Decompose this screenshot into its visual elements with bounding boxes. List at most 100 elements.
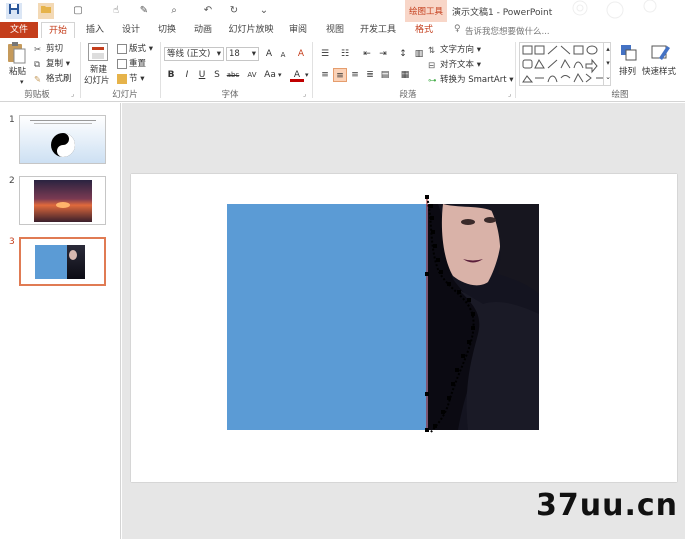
tab-slideshow[interactable]: 幻灯片放映 bbox=[225, 22, 277, 38]
font-color-label: A bbox=[293, 70, 301, 80]
decrease-indent-icon[interactable]: ⇤ bbox=[360, 47, 374, 61]
reset-button[interactable]: 重置 bbox=[117, 58, 146, 70]
quick-styles-icon[interactable] bbox=[651, 44, 671, 62]
copy-label: 复制 bbox=[46, 59, 64, 69]
save-icon[interactable] bbox=[6, 3, 22, 19]
text-direction-button[interactable]: ⇅ 文字方向 ▾ bbox=[428, 44, 481, 56]
columns-icon[interactable]: ▥ bbox=[412, 47, 426, 61]
font-size-dropdown[interactable]: 18 ▾ bbox=[226, 47, 259, 61]
grow-font-button[interactable]: A bbox=[262, 47, 276, 61]
paintbrush-icon: ✎ bbox=[34, 74, 42, 85]
bullets-icon[interactable]: ☰ bbox=[318, 47, 332, 61]
paste-dropdown-icon[interactable]: ▾ bbox=[20, 76, 24, 88]
context-tab-header: 绘图工具 bbox=[405, 0, 447, 22]
chevron-down-icon: ▾ bbox=[251, 49, 256, 59]
undo-icon[interactable]: ↶ bbox=[200, 3, 216, 19]
tab-insert[interactable]: 插入 bbox=[80, 22, 110, 38]
tab-transitions[interactable]: 切换 bbox=[152, 22, 182, 38]
shapes-gallery-scroll[interactable]: ▴ ▾ ⌄ bbox=[603, 42, 612, 86]
layout-label: 版式 bbox=[129, 44, 147, 54]
format-painter-button[interactable]: ✎ 格式刷 bbox=[34, 73, 72, 85]
change-case-chevron-icon[interactable]: ▾ bbox=[278, 71, 282, 79]
scissors-icon: ✂ bbox=[34, 44, 42, 55]
edit-points-path[interactable] bbox=[411, 192, 481, 437]
paragraph-group-label: 段落 bbox=[399, 90, 417, 100]
slide-thumbnail-2[interactable] bbox=[19, 176, 106, 225]
redo-icon[interactable]: ↻ bbox=[226, 3, 242, 19]
tab-design[interactable]: 设计 bbox=[116, 22, 146, 38]
distributed-icon[interactable]: ▤ bbox=[378, 68, 392, 82]
font-name-dropdown[interactable]: 等线 (正文) ▾ bbox=[164, 47, 224, 61]
numbering-icon[interactable]: ☷ bbox=[338, 47, 352, 61]
tab-developer[interactable]: 开发工具 bbox=[356, 22, 400, 38]
increase-indent-icon[interactable]: ⇥ bbox=[376, 47, 390, 61]
tab-review[interactable]: 审阅 bbox=[283, 22, 313, 38]
tab-home[interactable]: 开始 bbox=[41, 22, 75, 38]
sunset-image bbox=[34, 180, 92, 222]
cut-button[interactable]: ✂ 剪切 bbox=[34, 43, 63, 55]
smartart-button[interactable]: ⊶ 转换为 SmartArt ▾ bbox=[428, 74, 514, 86]
slide-number-2: 2 bbox=[9, 176, 15, 186]
tab-file[interactable]: 文件 bbox=[0, 22, 38, 38]
shapes-gallery[interactable] bbox=[519, 42, 611, 86]
preview-icon[interactable]: ⌕ bbox=[166, 3, 182, 19]
justify-icon[interactable]: ≣ bbox=[363, 68, 377, 82]
open-icon[interactable] bbox=[38, 3, 54, 19]
tab-animations[interactable]: 动画 bbox=[188, 22, 218, 38]
tab-format[interactable]: 格式 bbox=[406, 22, 442, 38]
slide-thumbnail-1[interactable] bbox=[19, 115, 106, 164]
underline-button[interactable]: U bbox=[195, 68, 209, 82]
arrange-button[interactable]: 排列 bbox=[619, 66, 636, 78]
columns-dropdown-icon[interactable]: ▦ bbox=[398, 68, 412, 82]
touch-mode-icon[interactable]: ☝ bbox=[108, 3, 124, 19]
copy-button[interactable]: ⧉ 复制 ▾ bbox=[34, 58, 70, 70]
shapes-gallery-icons bbox=[522, 45, 604, 83]
italic-button[interactable]: I bbox=[180, 68, 194, 82]
layout-button[interactable]: 版式 ▾ bbox=[117, 43, 153, 55]
separator bbox=[312, 42, 313, 98]
align-center-icon[interactable]: ≡ bbox=[333, 68, 347, 82]
slide-number-3: 3 bbox=[9, 237, 15, 247]
blue-rectangle-shape[interactable] bbox=[227, 204, 428, 430]
format-painter-icon[interactable]: ✎ bbox=[136, 3, 152, 19]
font-size-value: 18 bbox=[229, 49, 240, 59]
paste-icon[interactable] bbox=[5, 41, 29, 65]
separator bbox=[515, 42, 516, 98]
text-direction-label: 文字方向 bbox=[440, 45, 475, 55]
character-spacing-button[interactable]: AV bbox=[244, 68, 260, 82]
change-case-button[interactable]: Aa bbox=[262, 68, 278, 82]
tell-me-search[interactable]: 告诉我您想要做什么... bbox=[465, 25, 550, 37]
line-spacing-icon[interactable]: ↕ bbox=[396, 47, 410, 61]
align-left-icon[interactable]: ≡ bbox=[318, 68, 332, 82]
customize-icon[interactable]: ⌄ bbox=[256, 3, 272, 19]
context-tab-group-label: 绘图工具 bbox=[409, 7, 444, 17]
current-slide[interactable] bbox=[131, 174, 677, 482]
quick-styles-button[interactable]: 快速样式 bbox=[642, 66, 676, 78]
shadow-button[interactable]: S bbox=[210, 68, 224, 82]
arrange-icon[interactable] bbox=[620, 44, 638, 62]
format-painter-label: 格式刷 bbox=[46, 74, 72, 84]
separator bbox=[160, 42, 161, 98]
font-color-chevron-icon[interactable]: ▾ bbox=[305, 71, 309, 79]
bold-button[interactable]: B bbox=[164, 68, 178, 82]
font-color-button[interactable]: A bbox=[290, 68, 304, 82]
layout-icon bbox=[117, 43, 127, 54]
section-button[interactable]: 节 ▾ bbox=[117, 73, 144, 85]
new-slide-button-line2[interactable]: 幻灯片 bbox=[84, 75, 110, 87]
font-launcher-icon[interactable]: ⌟ bbox=[303, 90, 306, 98]
strikethrough-button[interactable]: abc bbox=[224, 68, 242, 82]
tab-view[interactable]: 视图 bbox=[320, 22, 350, 38]
print-preview-icon[interactable]: ▢ bbox=[70, 3, 86, 19]
paragraph-launcher-icon[interactable]: ⌟ bbox=[508, 90, 511, 98]
slide-thumbnail-3[interactable] bbox=[19, 237, 106, 286]
new-slide-icon[interactable] bbox=[88, 43, 108, 61]
align-text-button[interactable]: ⊟ 对齐文本 ▾ bbox=[428, 59, 481, 71]
shrink-font-button[interactable]: A bbox=[276, 48, 290, 62]
slides-pane: 1 2 3 bbox=[0, 103, 121, 539]
clear-formatting-icon[interactable]: A bbox=[294, 47, 308, 61]
clipboard-launcher-icon[interactable]: ⌟ bbox=[71, 90, 74, 98]
font-name-value: 等线 (正文) bbox=[167, 49, 211, 59]
lightbulb-icon: ♀ bbox=[454, 24, 461, 34]
yin-yang-icon bbox=[51, 133, 75, 157]
align-right-icon[interactable]: ≡ bbox=[348, 68, 362, 82]
